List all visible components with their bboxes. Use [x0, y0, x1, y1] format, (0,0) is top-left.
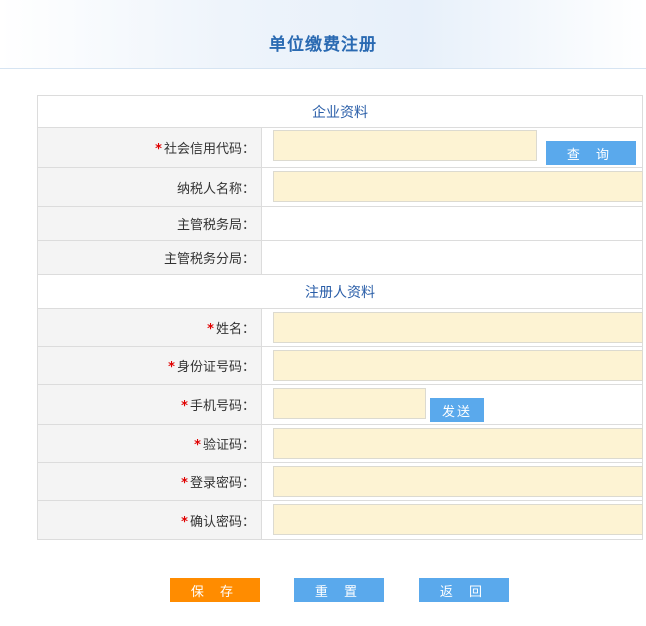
id-number-cell: [261, 346, 643, 385]
required-mark: *: [181, 399, 188, 414]
back-button[interactable]: 返 回: [419, 578, 509, 602]
registration-form: 企业资料 * 社会信用代码： 查 询 纳税人名称： 主管税务局： 主管税务分局： …: [37, 95, 643, 540]
tax-sub-bureau-value: [261, 240, 643, 275]
name-input[interactable]: [273, 312, 643, 343]
name-label: * 姓名：: [37, 308, 262, 347]
taxpayer-name-label: 纳税人名称：: [37, 167, 262, 207]
send-code-button[interactable]: 发送: [430, 398, 484, 422]
confirm-password-label: * 确认密码：: [37, 500, 262, 540]
required-mark: *: [155, 142, 162, 157]
verify-code-label: * 验证码：: [37, 424, 262, 463]
verify-code-input[interactable]: [273, 428, 643, 459]
id-number-label: * 身份证号码：: [37, 346, 262, 385]
page-title: 单位缴费注册: [269, 35, 377, 55]
verify-code-cell: [261, 424, 643, 463]
phone-input[interactable]: [273, 388, 426, 419]
confirm-password-input[interactable]: [273, 504, 643, 535]
required-mark: *: [207, 322, 214, 337]
required-mark: *: [181, 514, 188, 530]
required-mark: *: [194, 438, 201, 453]
required-mark: *: [181, 476, 188, 491]
tax-bureau-label: 主管税务局：: [37, 206, 262, 241]
credit-code-cell: 查 询: [261, 127, 643, 168]
credit-code-label: * 社会信用代码：: [37, 127, 262, 168]
name-cell: [261, 308, 643, 347]
confirm-password-cell: [261, 500, 643, 540]
required-mark: *: [168, 360, 175, 375]
taxpayer-name-cell: [261, 167, 643, 207]
id-number-input[interactable]: [273, 350, 643, 381]
tax-bureau-value: [261, 206, 643, 241]
phone-cell: 发送: [261, 384, 643, 425]
section-company-header: 企业资料: [37, 95, 643, 128]
tax-sub-bureau-label: 主管税务分局：: [37, 240, 262, 275]
taxpayer-name-input[interactable]: [273, 171, 643, 202]
reset-button[interactable]: 重 置: [294, 578, 384, 602]
save-button[interactable]: 保 存: [170, 578, 260, 602]
page-header: 单位缴费注册: [0, 0, 646, 69]
login-password-label: * 登录密码：: [37, 462, 262, 501]
login-password-input[interactable]: [273, 466, 643, 497]
query-button[interactable]: 查 询: [546, 141, 636, 165]
section-registrant-header: 注册人资料: [37, 274, 643, 309]
credit-code-input[interactable]: [273, 130, 537, 161]
phone-label: * 手机号码：: [37, 384, 262, 425]
login-password-cell: [261, 462, 643, 501]
